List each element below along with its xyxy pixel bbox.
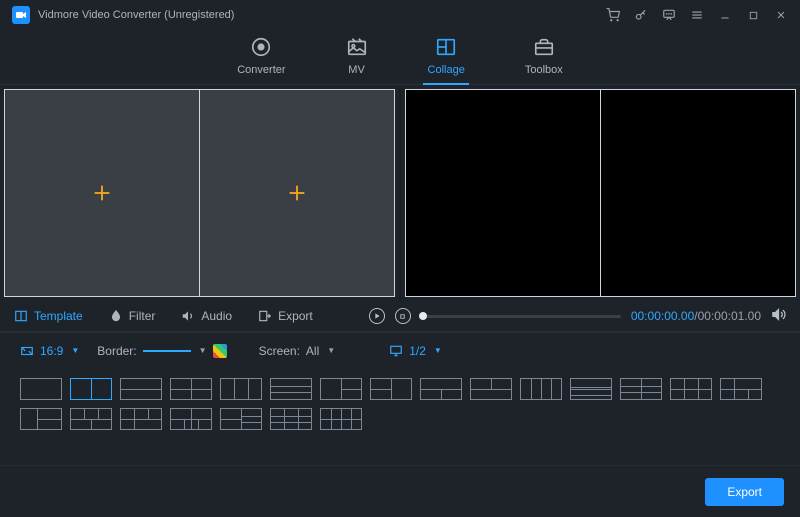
add-icon bbox=[286, 182, 308, 204]
color-picker-button[interactable] bbox=[213, 344, 227, 358]
border-option: Border: ▼ bbox=[97, 344, 226, 358]
app-logo-icon bbox=[12, 6, 30, 24]
collage-slot-1[interactable] bbox=[4, 89, 200, 297]
border-preview bbox=[143, 350, 191, 352]
tab-audio-label: Audio bbox=[201, 309, 232, 323]
template-item[interactable] bbox=[270, 408, 312, 430]
template-item[interactable] bbox=[120, 378, 162, 400]
template-item[interactable] bbox=[270, 378, 312, 400]
chevron-down-icon[interactable]: ▼ bbox=[327, 346, 335, 355]
template-item[interactable] bbox=[420, 378, 462, 400]
preview-slot-1 bbox=[405, 89, 601, 297]
tab-filter-label: Filter bbox=[129, 309, 156, 323]
template-options: 16:9 ▼ Border: ▼ Screen: All ▼ 1/2 ▼ bbox=[0, 332, 800, 368]
preview-slot-2 bbox=[601, 89, 796, 297]
tab-export-label: Export bbox=[278, 309, 313, 323]
nav-converter-label: Converter bbox=[237, 64, 285, 76]
add-icon bbox=[91, 182, 113, 204]
key-icon[interactable] bbox=[634, 8, 648, 22]
converter-icon bbox=[250, 36, 272, 58]
stop-button[interactable] bbox=[395, 308, 411, 324]
play-button[interactable] bbox=[369, 308, 385, 324]
menu-icon[interactable] bbox=[690, 8, 704, 22]
template-item[interactable] bbox=[170, 378, 212, 400]
seek-bar[interactable] bbox=[421, 315, 621, 318]
workarea bbox=[0, 85, 800, 301]
volume-icon[interactable] bbox=[771, 307, 786, 325]
titlebar: Vidmore Video Converter (Unregistered) bbox=[0, 0, 800, 30]
toolbox-icon bbox=[533, 36, 555, 58]
nav-converter[interactable]: Converter bbox=[237, 36, 285, 76]
screen-label: Screen: bbox=[259, 344, 300, 358]
template-item[interactable] bbox=[570, 378, 612, 400]
collage-slot-2[interactable] bbox=[200, 89, 395, 297]
template-item[interactable] bbox=[620, 378, 662, 400]
chevron-down-icon: ▼ bbox=[434, 346, 442, 355]
template-item[interactable] bbox=[70, 378, 112, 400]
seek-thumb[interactable] bbox=[419, 312, 427, 320]
nav-mv-label: MV bbox=[348, 64, 365, 76]
audio-icon bbox=[181, 309, 195, 323]
template-item[interactable] bbox=[670, 378, 712, 400]
minimize-icon[interactable] bbox=[718, 8, 732, 22]
template-item[interactable] bbox=[120, 408, 162, 430]
page-value: 1/2 bbox=[409, 344, 426, 358]
tab-template-label: Template bbox=[34, 309, 83, 323]
template-item[interactable] bbox=[470, 378, 512, 400]
title-right bbox=[606, 8, 788, 22]
template-item[interactable] bbox=[370, 378, 412, 400]
cart-icon[interactable] bbox=[606, 8, 620, 22]
nav-collage-label: Collage bbox=[428, 64, 465, 76]
aspect-ratio-value: 16:9 bbox=[40, 344, 63, 358]
nav-toolbox[interactable]: Toolbox bbox=[525, 36, 563, 76]
collage-canvas bbox=[0, 85, 401, 301]
time-total: 00:00:01.00 bbox=[698, 309, 761, 323]
chevron-down-icon[interactable]: ▼ bbox=[199, 346, 207, 355]
time-current: 00:00:00.00 bbox=[631, 309, 694, 323]
time-display: 00:00:00.00/00:00:01.00 bbox=[631, 309, 761, 323]
template-icon bbox=[14, 309, 28, 323]
template-item[interactable] bbox=[320, 378, 362, 400]
template-item[interactable] bbox=[320, 408, 362, 430]
border-label: Border: bbox=[97, 344, 136, 358]
tab-export[interactable]: Export bbox=[258, 309, 313, 323]
collage-icon bbox=[435, 36, 457, 58]
nav-mv[interactable]: MV bbox=[346, 36, 368, 76]
export-icon bbox=[258, 309, 272, 323]
preview-canvas bbox=[401, 85, 800, 301]
export-button[interactable]: Export bbox=[705, 478, 784, 506]
template-item[interactable] bbox=[20, 408, 62, 430]
template-grid bbox=[0, 368, 800, 440]
app-title: Vidmore Video Converter (Unregistered) bbox=[38, 9, 234, 21]
template-item[interactable] bbox=[220, 378, 262, 400]
template-item[interactable] bbox=[170, 408, 212, 430]
playback-controls: 00:00:00.00/00:00:01.00 bbox=[369, 307, 786, 325]
page-option[interactable]: 1/2 ▼ bbox=[389, 344, 442, 358]
tab-template[interactable]: Template bbox=[14, 309, 83, 323]
footer: Export bbox=[0, 465, 800, 517]
screen-value[interactable]: All bbox=[306, 344, 319, 358]
template-item[interactable] bbox=[520, 378, 562, 400]
feedback-icon[interactable] bbox=[662, 8, 676, 22]
maximize-icon[interactable] bbox=[746, 8, 760, 22]
template-item[interactable] bbox=[220, 408, 262, 430]
nav-collage[interactable]: Collage bbox=[428, 36, 465, 76]
template-item[interactable] bbox=[720, 378, 762, 400]
nav-toolbox-label: Toolbox bbox=[525, 64, 563, 76]
close-icon[interactable] bbox=[774, 8, 788, 22]
title-left: Vidmore Video Converter (Unregistered) bbox=[12, 6, 234, 24]
tab-audio[interactable]: Audio bbox=[181, 309, 232, 323]
template-item[interactable] bbox=[20, 378, 62, 400]
screen-option: Screen: All ▼ bbox=[259, 344, 336, 358]
monitor-icon bbox=[389, 344, 403, 358]
aspect-icon bbox=[20, 344, 34, 358]
workspace-tabbar: Template Filter Audio Export 00:00:00.00… bbox=[0, 301, 800, 331]
template-item[interactable] bbox=[70, 408, 112, 430]
chevron-down-icon: ▼ bbox=[71, 346, 79, 355]
top-nav: Converter MV Collage Toolbox bbox=[0, 30, 800, 84]
tab-filter[interactable]: Filter bbox=[109, 309, 156, 323]
aspect-ratio-select[interactable]: 16:9 ▼ bbox=[20, 344, 79, 358]
filter-icon bbox=[109, 309, 123, 323]
mv-icon bbox=[346, 36, 368, 58]
